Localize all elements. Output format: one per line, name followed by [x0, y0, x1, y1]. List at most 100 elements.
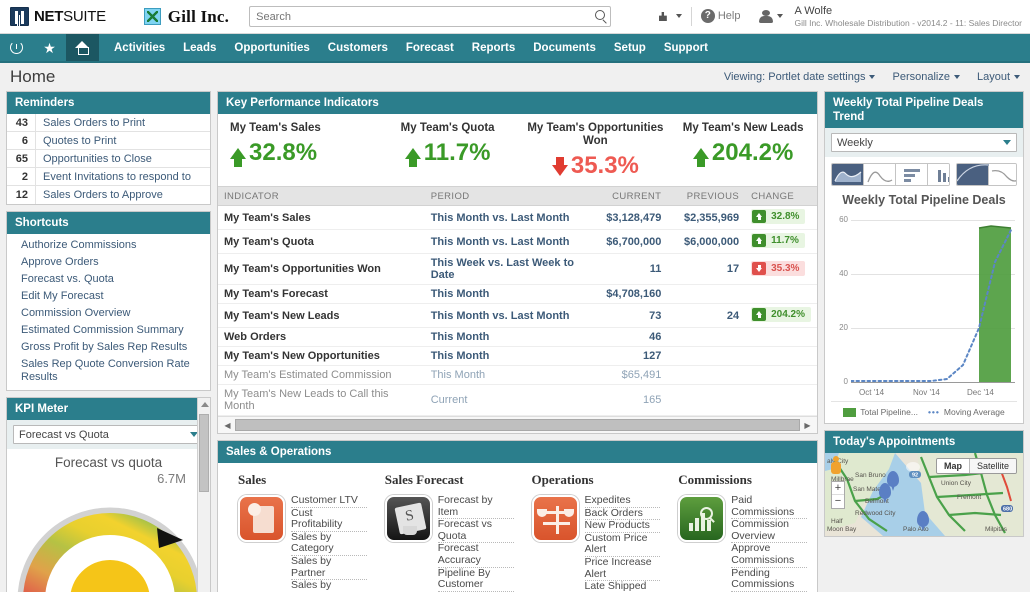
nav-item-leads[interactable]: Leads: [174, 34, 225, 61]
kpi-table-row[interactable]: My Team's SalesThis Month vs. Last Month…: [218, 206, 817, 230]
appointments-map[interactable]: aly City San Bruno Millbrae San Mateo Be…: [825, 453, 1023, 536]
reminder-row[interactable]: 65Opportunities to Close: [7, 150, 210, 168]
street-view-pegman-icon[interactable]: [830, 456, 842, 476]
appointment-marker[interactable]: [879, 483, 891, 499]
shortcut-link[interactable]: Sales Rep Quote Conversion Rate Results: [7, 356, 210, 386]
scrollbar-thumb[interactable]: [199, 414, 209, 492]
kpi-meter-scrollbar[interactable]: [197, 398, 210, 592]
reminder-row[interactable]: 6Quotes to Print: [7, 132, 210, 150]
kpi-table-row[interactable]: Web OrdersThis Month46: [218, 328, 817, 347]
scroll-left-arrow-icon[interactable]: ◀: [220, 421, 235, 430]
sales-ops-link[interactable]: Custom Price Alert: [585, 533, 661, 557]
sales-ops-link[interactable]: Sales by Category: [291, 532, 367, 556]
document-icon[interactable]: [238, 495, 285, 542]
sales-ops-link[interactable]: Forecast vs Quota: [438, 519, 514, 543]
nav-item-activities[interactable]: Activities: [105, 34, 174, 61]
zoom-in-button[interactable]: +: [832, 482, 844, 495]
netsuite-logo[interactable]: NETSUITE: [10, 7, 106, 26]
sales-ops-link[interactable]: Cust Profitability: [291, 508, 367, 532]
kpi-table-row[interactable]: My Team's Opportunities WonThis Week vs.…: [218, 254, 817, 285]
trend-line-icon[interactable]: [989, 164, 1017, 185]
scales-icon[interactable]: [532, 495, 579, 542]
reminder-label[interactable]: Sales Orders to Print: [35, 114, 210, 131]
recent-records-button[interactable]: [0, 34, 33, 61]
change-badge: 32.8%: [751, 209, 805, 224]
kpi-table-row[interactable]: My Team's New OpportunitiesThis Month127: [218, 347, 817, 366]
user-menu[interactable]: [749, 10, 792, 23]
trend-period-select[interactable]: Weekly: [831, 133, 1017, 152]
map-zoom-controls[interactable]: + −: [831, 481, 845, 509]
viewing-settings-button[interactable]: Viewing: Portlet date settings: [724, 71, 876, 83]
reminder-label[interactable]: Sales Orders to Approve: [35, 186, 210, 204]
personalize-button[interactable]: Personalize: [892, 71, 959, 83]
nav-item-opportunities[interactable]: Opportunities: [225, 34, 318, 61]
sales-ops-link[interactable]: Pipeline By Customer: [438, 568, 514, 592]
kpi-table-row[interactable]: My Team's QuotaThis Month vs. Last Month…: [218, 230, 817, 254]
sales-ops-link[interactable]: Paid Commissions: [731, 495, 807, 519]
trend-fill-icon[interactable]: [957, 164, 989, 185]
help-button[interactable]: ? Help: [692, 9, 750, 23]
sales-ops-link[interactable]: Commission Overview: [731, 519, 807, 543]
shortcut-link[interactable]: Edit My Forecast: [7, 288, 210, 305]
reminder-row[interactable]: 12Sales Orders to Approve: [7, 186, 210, 204]
chevron-down-icon: [1003, 140, 1011, 145]
kpi-portlet: Key Performance Indicators My Team's Sal…: [217, 91, 818, 434]
scroll-up-arrow-icon[interactable]: [201, 402, 209, 407]
line-chart-icon[interactable]: [864, 164, 896, 185]
arrow-down-icon: [752, 262, 766, 275]
sales-ops-link[interactable]: Sales by Partner: [291, 556, 367, 580]
reminder-label[interactable]: Quotes to Print: [35, 132, 210, 149]
map-view-button[interactable]: Map: [937, 459, 970, 473]
zoom-out-button[interactable]: −: [832, 495, 844, 508]
scroll-right-arrow-icon[interactable]: ▶: [800, 421, 815, 430]
search-input[interactable]: [249, 6, 611, 27]
reminder-label[interactable]: Opportunities to Close: [35, 150, 210, 167]
scrollbar-thumb[interactable]: [235, 419, 800, 431]
shortcut-link[interactable]: Authorize Commissions: [7, 237, 210, 254]
sales-ops-link[interactable]: Price Increase Alert: [585, 557, 661, 581]
sales-ops-link[interactable]: Forecast Accuracy: [438, 543, 514, 567]
sales-ops-link[interactable]: New Products: [585, 520, 661, 533]
satellite-view-button[interactable]: Satellite: [970, 459, 1016, 473]
kpi-table-row[interactable]: My Team's New LeadsThis Month vs. Last M…: [218, 304, 817, 328]
nav-item-documents[interactable]: Documents: [524, 34, 605, 61]
bar-chart-magnifier-icon[interactable]: [678, 495, 725, 542]
appointment-marker[interactable]: [917, 511, 929, 527]
sales-ops-link[interactable]: Sales by Customer: [291, 580, 367, 592]
nav-item-support[interactable]: Support: [655, 34, 717, 61]
kpi-meter-select[interactable]: Forecast vs Quota: [13, 425, 204, 444]
kpi-table-row[interactable]: My Team's Estimated CommissionThis Month…: [218, 366, 817, 385]
reminder-label[interactable]: Event Invitations to respond to: [35, 168, 210, 185]
sales-ops-link[interactable]: Forecast by Item: [438, 495, 514, 519]
kpi-horizontal-scrollbar[interactable]: ◀ ▶: [218, 416, 817, 433]
quick-add-button[interactable]: [650, 10, 691, 23]
shortcut-link[interactable]: Approve Orders: [7, 254, 210, 271]
reminder-row[interactable]: 2Event Invitations to respond to: [7, 168, 210, 186]
nav-item-setup[interactable]: Setup: [605, 34, 655, 61]
kpi-table-row[interactable]: My Team's ForecastThis Month$4,708,160: [218, 285, 817, 304]
map-type-toggle[interactable]: Map Satellite: [936, 458, 1017, 474]
nav-item-customers[interactable]: Customers: [319, 34, 397, 61]
home-button[interactable]: [66, 34, 99, 61]
sales-ops-link[interactable]: Customer LTV: [291, 495, 367, 508]
chevron-down-icon: [869, 75, 875, 79]
kpi-change: [745, 366, 817, 385]
shortcut-link[interactable]: Forecast vs. Quota: [7, 271, 210, 288]
nav-item-reports[interactable]: Reports: [463, 34, 524, 61]
shortcut-link[interactable]: Gross Profit by Sales Rep Results: [7, 339, 210, 356]
sales-ops-link[interactable]: Late Shipped: [585, 581, 661, 592]
sales-ops-link[interactable]: Expedites: [585, 495, 661, 508]
layout-button[interactable]: Layout: [977, 71, 1020, 83]
kpi-table-row[interactable]: My Team's New Leads to Call this MonthCu…: [218, 385, 817, 416]
forecast-stamp-icon[interactable]: [385, 495, 432, 542]
nav-item-forecast[interactable]: Forecast: [397, 34, 463, 61]
sales-ops-link[interactable]: Pending Commissions: [731, 568, 807, 592]
favorites-button[interactable]: ★: [33, 34, 66, 61]
sales-ops-link[interactable]: Approve Commissions: [731, 543, 807, 567]
reminder-row[interactable]: 43Sales Orders to Print: [7, 114, 210, 132]
horizontal-bar-icon[interactable]: [896, 164, 928, 185]
column-chart-icon[interactable]: [928, 164, 950, 185]
shortcut-link[interactable]: Commission Overview: [7, 305, 210, 322]
area-chart-icon[interactable]: [832, 164, 864, 185]
shortcut-link[interactable]: Estimated Commission Summary: [7, 322, 210, 339]
